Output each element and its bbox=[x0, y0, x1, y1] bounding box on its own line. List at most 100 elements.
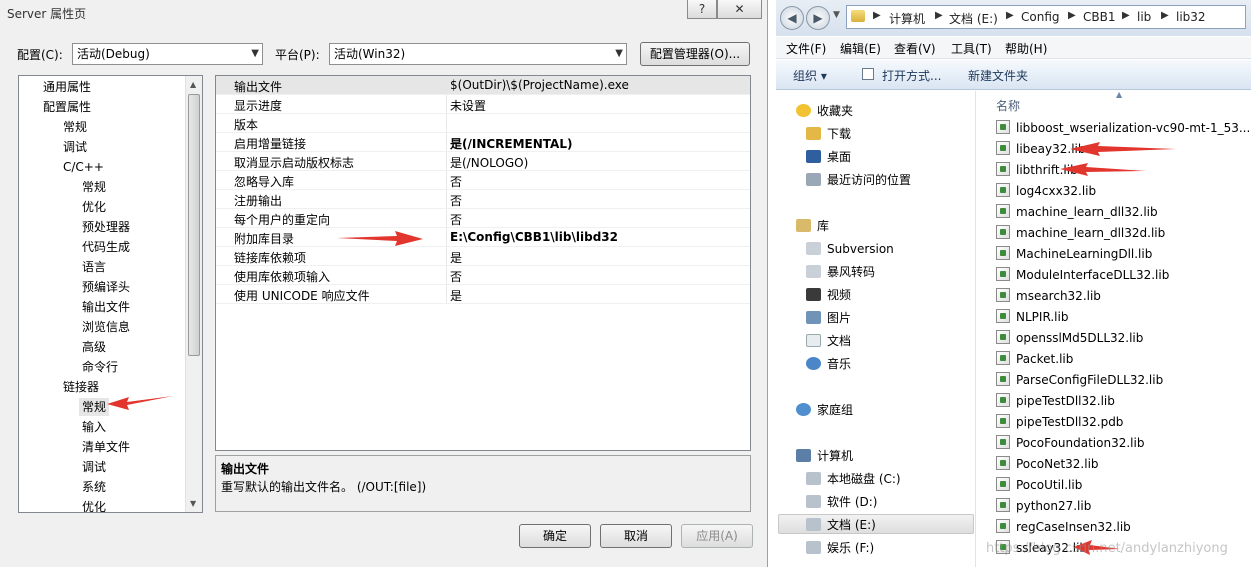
menu-view[interactable]: 查看(V) bbox=[894, 40, 936, 57]
recent-pages-icon[interactable]: ▼ bbox=[833, 10, 840, 20]
apply-button[interactable]: 应用(A) bbox=[681, 524, 753, 548]
file-item[interactable]: PocoUtil.lib bbox=[996, 475, 1251, 495]
nav-music[interactable]: 音乐 bbox=[806, 354, 851, 374]
menu-tools[interactable]: 工具(T) bbox=[951, 40, 992, 57]
property-row[interactable]: 取消显示启动版权标志 是(/NOLOGO) bbox=[216, 152, 750, 171]
nav-recent[interactable]: 最近访问的位置 bbox=[806, 170, 911, 190]
nav-downloads[interactable]: 下载 bbox=[806, 124, 851, 144]
menu-file[interactable]: 文件(F) bbox=[786, 40, 826, 57]
menu-edit[interactable]: 编辑(E) bbox=[840, 40, 881, 57]
organize-button[interactable]: 组织 ▾ bbox=[793, 67, 827, 84]
file-item[interactable]: machine_learn_dll32.lib bbox=[996, 202, 1251, 222]
file-item[interactable]: MachineLearningDll.lib bbox=[996, 244, 1251, 264]
tree-item[interactable]: 输入 bbox=[82, 418, 106, 436]
file-item[interactable]: regCaseInsen32.lib bbox=[996, 517, 1251, 537]
nav-drive-d[interactable]: 软件 (D:) bbox=[806, 492, 877, 512]
tree-item[interactable]: 清单文件 bbox=[82, 438, 130, 456]
tree-item[interactable]: 输出文件 bbox=[82, 298, 130, 316]
file-item[interactable]: opensslMd5DLL32.lib bbox=[996, 328, 1251, 348]
tree-item[interactable]: 常规 bbox=[63, 118, 87, 136]
tree-item[interactable]: 命令行 bbox=[82, 358, 118, 376]
platform-select[interactable]: 活动(Win32) ▼ bbox=[329, 43, 627, 65]
tree-item[interactable]: 链接器 bbox=[63, 378, 99, 396]
property-row[interactable]: 版本 bbox=[216, 114, 750, 133]
menu-help[interactable]: 帮助(H) bbox=[1005, 40, 1047, 57]
property-row[interactable]: 注册输出 否 bbox=[216, 190, 750, 209]
tree-item[interactable]: 常规 bbox=[82, 178, 106, 196]
nav-favorites[interactable]: 收藏夹 bbox=[796, 101, 853, 121]
file-item[interactable]: pipeTestDll32.pdb bbox=[996, 412, 1251, 432]
tree-item[interactable]: 调试 bbox=[82, 458, 106, 476]
tree-item[interactable]: 语言 bbox=[82, 258, 106, 276]
cancel-button[interactable]: 取消 bbox=[600, 524, 672, 548]
property-name: 附加库目录 bbox=[234, 232, 295, 246]
file-item[interactable]: python27.lib bbox=[996, 496, 1251, 516]
tree-item[interactable]: 通用属性 bbox=[43, 78, 91, 96]
property-row[interactable]: 忽略导入库 否 bbox=[216, 171, 750, 190]
file-item[interactable]: PocoFoundation32.lib bbox=[996, 433, 1251, 453]
tree-item[interactable]: 优化 bbox=[82, 498, 106, 512]
tree-item[interactable]: 高级 bbox=[82, 338, 106, 356]
nav-baofeng[interactable]: 暴风转码 bbox=[806, 262, 875, 282]
scroll-down-icon[interactable]: ▼ bbox=[190, 499, 196, 508]
back-button[interactable]: ◀ bbox=[780, 6, 804, 30]
property-row-lib-dirs[interactable]: 附加库目录 E:\Config\CBB1\lib\libd32 bbox=[216, 228, 750, 247]
file-item[interactable]: pipeTestDll32.lib bbox=[996, 391, 1251, 411]
nav-subversion[interactable]: Subversion bbox=[806, 239, 894, 259]
nav-libraries[interactable]: 库 bbox=[796, 216, 829, 236]
property-row[interactable]: 启用增量链接 是(/INCREMENTAL) bbox=[216, 133, 750, 152]
breadcrumb-item-current[interactable]: lib32 bbox=[1176, 10, 1206, 24]
nav-videos[interactable]: 视频 bbox=[806, 285, 851, 305]
file-item[interactable]: PocoNet32.lib bbox=[996, 454, 1251, 474]
tree-item[interactable]: C/C++ bbox=[63, 158, 104, 176]
config-select[interactable]: 活动(Debug) ▼ bbox=[72, 43, 263, 65]
breadcrumb-item[interactable]: 文档 (E:) bbox=[949, 10, 998, 27]
file-item[interactable]: ParseConfigFileDLL32.lib bbox=[996, 370, 1251, 390]
property-row[interactable]: 使用库依赖项输入 否 bbox=[216, 266, 750, 285]
help-button[interactable]: ? bbox=[687, 0, 717, 19]
file-item[interactable]: ModuleInterfaceDLL32.lib bbox=[996, 265, 1251, 285]
nav-drive-c[interactable]: 本地磁盘 (C:) bbox=[806, 469, 901, 489]
breadcrumb-item[interactable]: 计算机 bbox=[889, 10, 925, 27]
breadcrumb-item[interactable]: lib bbox=[1137, 10, 1151, 24]
nav-documents[interactable]: 文档 bbox=[806, 331, 851, 351]
new-folder-button[interactable]: 新建文件夹 bbox=[968, 67, 1028, 84]
file-item[interactable]: NLPIR.lib bbox=[996, 307, 1251, 327]
breadcrumb-item[interactable]: Config bbox=[1021, 10, 1060, 24]
tree-item[interactable]: 优化 bbox=[82, 198, 106, 216]
nav-drive-f[interactable]: 娱乐 (F:) bbox=[806, 538, 874, 558]
property-row[interactable]: 使用 UNICODE 响应文件 是 bbox=[216, 285, 750, 304]
address-box[interactable]: ▶ 计算机 ▶ 文档 (E:) ▶ Config ▶ CBB1 ▶ lib ▶ … bbox=[846, 5, 1246, 29]
nav-computer[interactable]: 计算机 bbox=[796, 446, 853, 466]
scroll-up-icon[interactable]: ▲ bbox=[190, 80, 196, 89]
nav-pictures[interactable]: 图片 bbox=[806, 308, 851, 328]
close-button[interactable]: ✕ bbox=[717, 0, 762, 19]
tree-item[interactable]: 系统 bbox=[82, 478, 106, 496]
tree-item[interactable]: 调试 bbox=[63, 138, 87, 156]
property-row[interactable]: 显示进度 未设置 bbox=[216, 95, 750, 114]
file-item[interactable]: Packet.lib bbox=[996, 349, 1251, 369]
file-item[interactable]: machine_learn_dll32d.lib bbox=[996, 223, 1251, 243]
nav-homegroup[interactable]: 家庭组 bbox=[796, 400, 853, 420]
forward-button[interactable]: ▶ bbox=[806, 6, 830, 30]
tree-item[interactable]: 浏览信息 bbox=[82, 318, 130, 336]
column-header-name[interactable]: 名称 bbox=[996, 97, 1020, 114]
tree-item[interactable]: 配置属性 bbox=[43, 98, 91, 116]
tree-item[interactable]: 代码生成 bbox=[82, 238, 130, 256]
nav-drive-e[interactable]: 文档 (E:) bbox=[778, 514, 974, 534]
file-item[interactable]: libboost_wserialization-vc90-mt-1_53.... bbox=[996, 118, 1251, 138]
config-manager-button[interactable]: 配置管理器(O)... bbox=[640, 42, 750, 66]
property-row[interactable]: 每个用户的重定向 否 bbox=[216, 209, 750, 228]
file-item[interactable]: log4cxx32.lib bbox=[996, 181, 1251, 201]
scroll-thumb[interactable] bbox=[188, 94, 200, 356]
open-with-button[interactable]: 打开方式... bbox=[882, 67, 941, 84]
tree-item[interactable]: 预处理器 bbox=[82, 218, 130, 236]
property-row[interactable]: 链接库依赖项 是 bbox=[216, 247, 750, 266]
property-row[interactable]: 输出文件 $(OutDir)\$(ProjectName).exe bbox=[216, 76, 750, 95]
breadcrumb-item[interactable]: CBB1 bbox=[1083, 10, 1115, 24]
ok-button[interactable]: 确定 bbox=[519, 524, 591, 548]
nav-desktop[interactable]: 桌面 bbox=[806, 147, 851, 167]
tree-scrollbar[interactable]: ▲ ▼ bbox=[185, 76, 202, 512]
tree-item[interactable]: 预编译头 bbox=[82, 278, 130, 296]
file-item[interactable]: msearch32.lib bbox=[996, 286, 1251, 306]
